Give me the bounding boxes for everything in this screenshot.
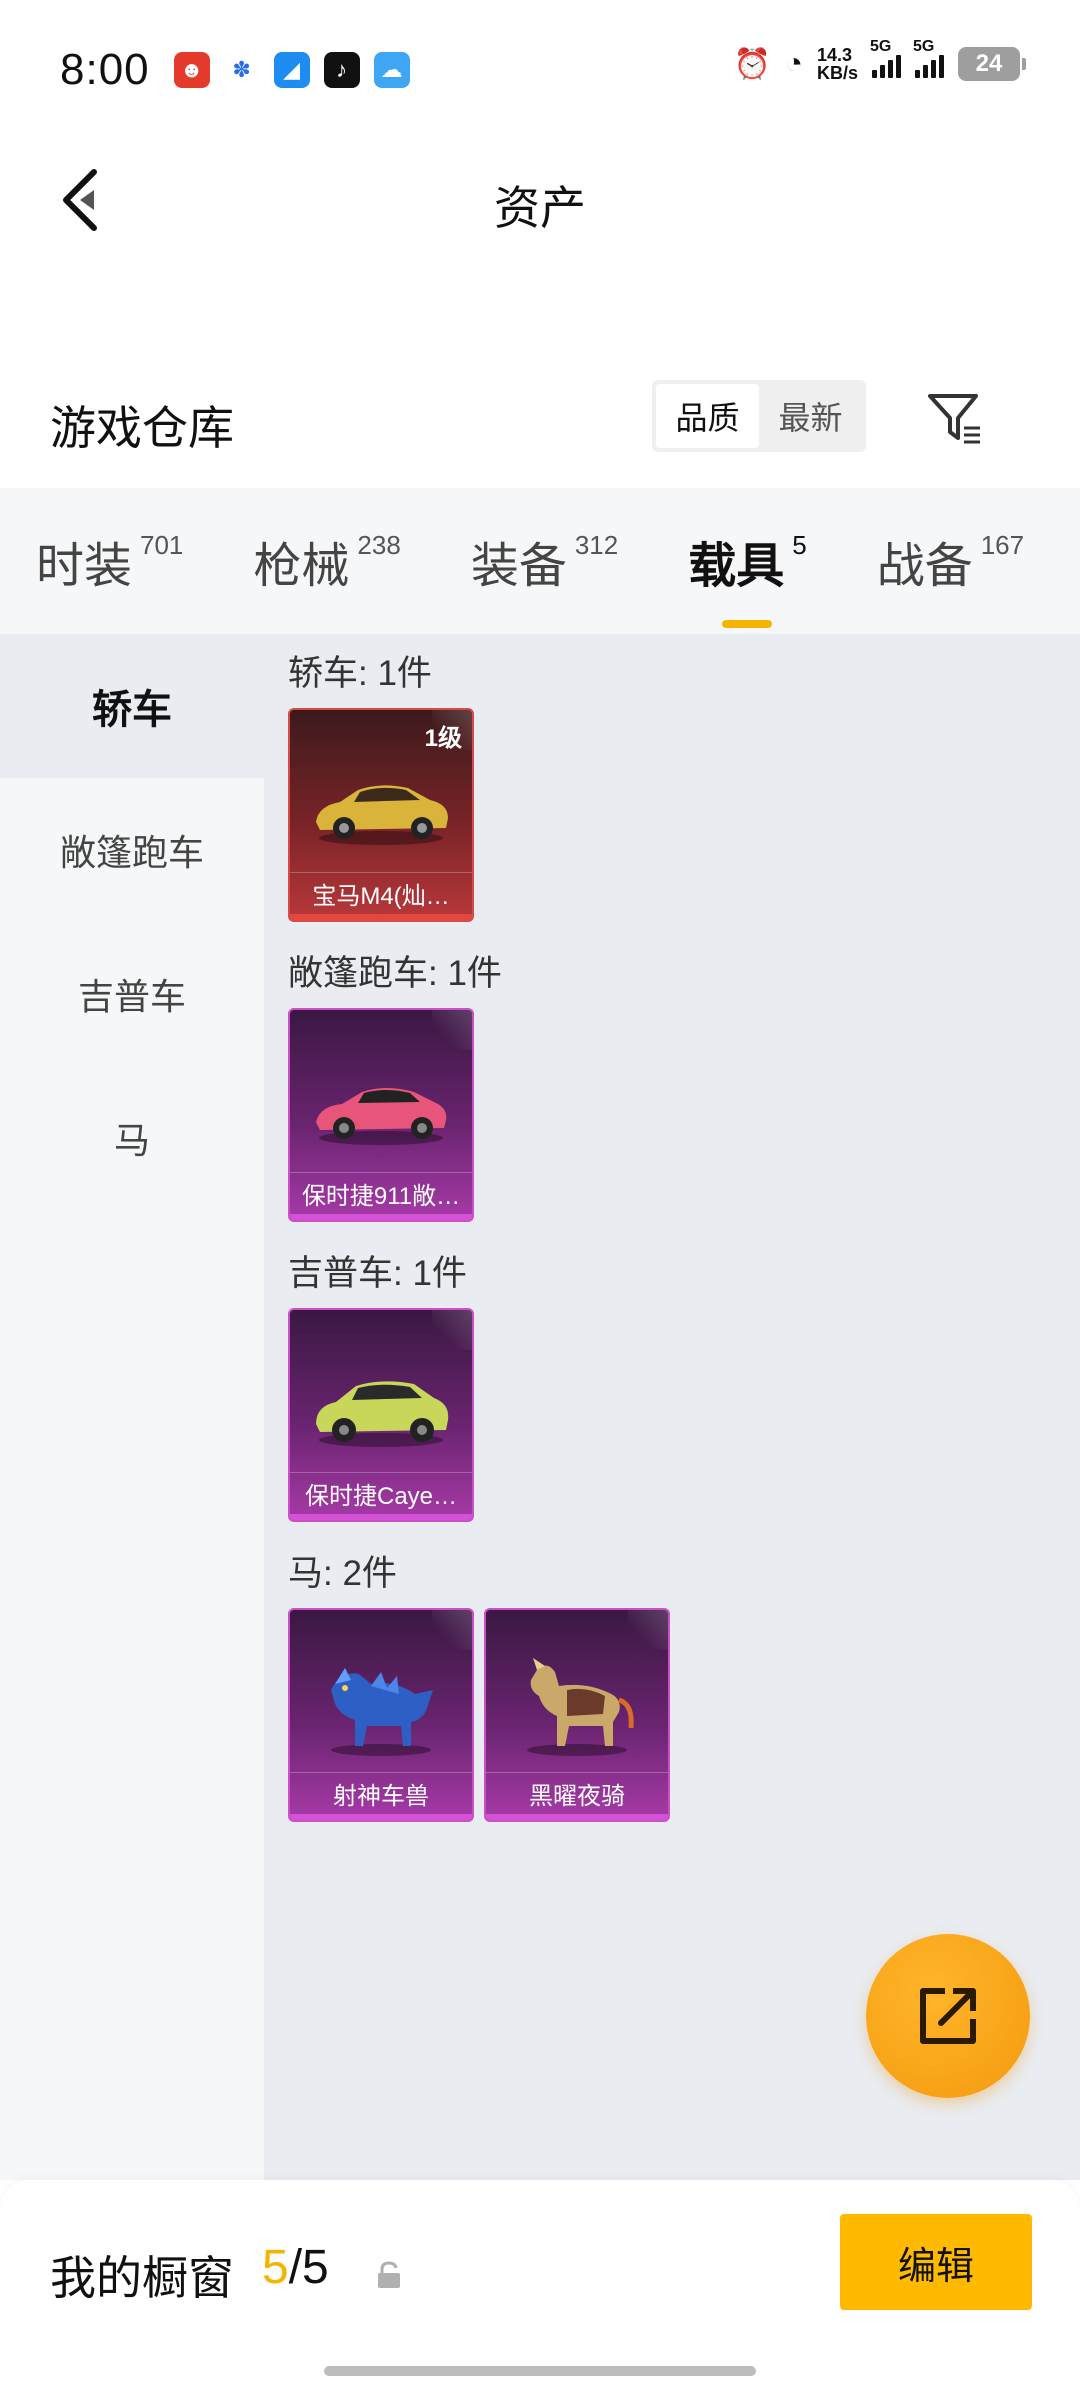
section-items: 保时捷911敞… [288,1008,1080,1222]
signal-2-icon: 5G [913,38,944,78]
page-title: 资产 [494,182,586,234]
status-right: ⏰ ◔ 14.3 KB/s 5G 5G 24 [733,38,1026,83]
warehouse-title: 游戏仓库 [50,402,234,454]
item-name: 保时捷Caye… [290,1472,472,1514]
section-title: 轿车: 1件 [288,653,432,693]
category-tabs: 时装 701 枪械 238 装备 312 载具 5 战备 167 [0,488,1080,634]
sidebar: 轿车 敞篷跑车 吉普车 马 [0,634,264,2180]
car-image [290,1340,472,1470]
signal-1-icon: 5G [870,38,901,78]
item-list: 轿车: 1件 1级 宝马M4(灿… 敞篷跑车: 1件 保时捷911敞… 吉普车:… [288,634,1080,1840]
tab-fashion[interactable]: 时装 701 [36,526,183,596]
sort-quality-button[interactable]: 品质 [656,384,759,448]
baidu-icon: ✽ [223,52,260,88]
item-name: 射神车兽 [290,1772,472,1814]
speedometer-icon: ◔ [784,47,803,80]
alarm-icon: ⏰ [733,47,771,81]
section-items: 1级 宝马M4(灿… [288,708,1080,922]
status-bar: 8:00 ☻ ✽ ◢ ♪ ☁ ⏰ ◔ 14.3 KB/s 5G 5G 24 [0,0,1080,140]
sort-newest-button[interactable]: 最新 [759,384,862,448]
section-title: 吉普车: 1件 [288,1253,467,1293]
section-title: 敞篷跑车: 1件 [288,953,502,993]
edit-button[interactable]: 编辑 [840,2214,1032,2310]
beast-image [290,1640,472,1770]
sidebar-item-horse[interactable]: 马 [0,1066,264,1210]
status-time: 8:00 [60,45,150,94]
sort-toggle: 品质 最新 [652,380,866,452]
blue-app-icon: ◢ [273,52,310,88]
item-card[interactable]: 保时捷911敞… [288,1008,474,1222]
item-card[interactable]: 保时捷Caye… [288,1308,474,1522]
sidebar-item-jeep[interactable]: 吉普车 [0,922,264,1066]
tiktok-icon: ♪ [323,52,360,88]
lock-icon [375,2260,403,2295]
section-items: 射神车兽 黑曜夜骑 [288,1608,1080,1822]
green-suv-icon [316,1381,449,1447]
tab-guns[interactable]: 枪械 238 [253,526,400,596]
tab-combat-gear[interactable]: 战备 167 [877,526,1024,596]
app-red-icon: ☻ [173,52,210,88]
item-name: 宝马M4(灿… [290,872,472,914]
home-indicator[interactable] [324,2366,756,2376]
golden-horse-icon [527,1658,634,1756]
item-name: 黑曜夜骑 [486,1772,668,1814]
share-button[interactable] [866,1934,1030,2098]
page-header: 资产 [0,150,1080,250]
item-card[interactable]: 1级 宝马M4(灿… [288,708,474,922]
weather-icon: ☁ [373,52,410,88]
battery-icon: 24 [958,47,1026,81]
showcase-label: 我的橱窗 [50,2252,234,2304]
active-tab-indicator [722,620,773,628]
pink-sports-car-icon [316,1088,447,1145]
filter-icon [928,394,980,444]
car-image [290,740,472,870]
gold-sedan-icon [316,785,448,845]
sidebar-item-convertible[interactable]: 敞篷跑车 [0,778,264,922]
filter-button[interactable] [920,384,990,454]
share-icon [920,1988,976,2044]
tab-equipment[interactable]: 装备 312 [471,526,618,596]
notification-icons: ☻ ✽ ◢ ♪ ☁ [173,52,410,88]
showcase-count: 5/5 [262,2241,329,2294]
horse-image [486,1640,668,1770]
sidebar-item-sedan[interactable]: 轿车 [0,634,264,778]
section-items: 保时捷Caye… [288,1308,1080,1522]
item-name: 保时捷911敞… [290,1172,472,1214]
blue-beast-icon [331,1668,433,1756]
item-card[interactable]: 黑曜夜骑 [484,1608,670,1822]
car-image [290,1040,472,1170]
warehouse-row: 游戏仓库 品质 最新 [0,370,1080,470]
item-card[interactable]: 射神车兽 [288,1608,474,1822]
network-speed: 14.3 KB/s [816,45,858,83]
tab-vehicles[interactable]: 载具 5 [688,526,807,628]
section-title: 马: 2件 [288,1553,397,1593]
